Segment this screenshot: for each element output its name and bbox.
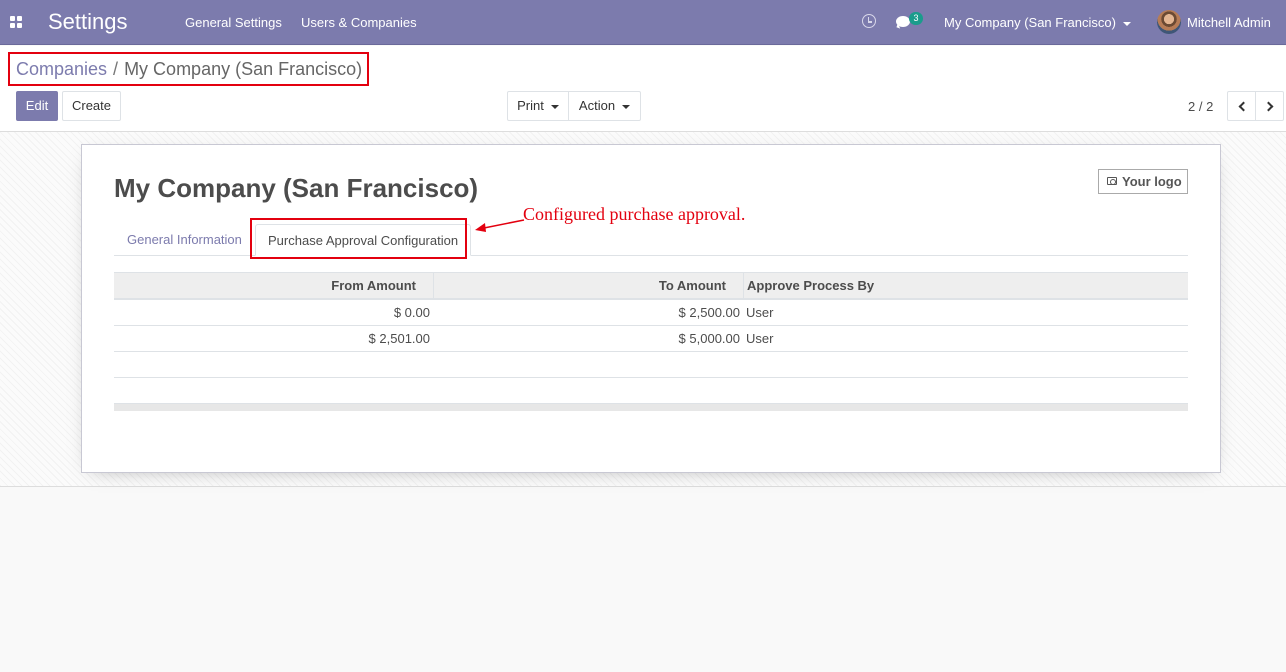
caret-down-icon [550, 104, 559, 109]
menu-users-companies[interactable]: Users & Companies [301, 15, 417, 30]
messages-count-badge: 3 [909, 12, 923, 25]
control-panel: Companies / My Company (San Francisco) Edi… [0, 46, 1286, 132]
print-label: Print [517, 98, 544, 113]
cell-to-amount: $ 5,000.00 [678, 331, 740, 346]
annotation-text: Configured purchase approval. [523, 204, 746, 224]
apps-menu-icon[interactable] [10, 16, 22, 28]
create-button[interactable]: Create [62, 91, 121, 121]
edit-button[interactable]: Edit [16, 91, 58, 121]
company-switcher[interactable]: My Company (San Francisco) [944, 15, 1131, 30]
messages-chat-icon[interactable] [896, 16, 910, 27]
table-row[interactable]: $ 2,501.00 $ 5,000.00 User [114, 326, 1188, 352]
cell-to-amount: $ 2,500.00 [678, 305, 740, 320]
caret-down-icon [1122, 21, 1131, 26]
pager-next-button[interactable] [1255, 91, 1284, 121]
action-dropdown-button[interactable]: Action [568, 91, 641, 121]
breadcrumb-companies-link[interactable]: Companies [16, 59, 107, 79]
chevron-right-icon [1263, 101, 1273, 112]
table-footer [114, 404, 1188, 411]
company-name-title: My Company (San Francisco) [114, 173, 479, 203]
logo-label: Your logo [1122, 174, 1182, 189]
top-navbar: Settings General Settings Users & Compan… [0, 0, 1286, 45]
print-dropdown-button[interactable]: Print [507, 91, 569, 121]
approval-table-header: From Amount To Amount Approve Process By [114, 272, 1188, 300]
tab-general-information[interactable]: General Information [116, 224, 253, 256]
action-label: Action [578, 98, 616, 113]
annotation-arrow-icon [475, 219, 525, 232]
company-switcher-label: My Company (San Francisco) [944, 15, 1116, 30]
breadcrumb-current: My Company (San Francisco) [124, 59, 363, 79]
breadcrumb: Companies / My Company (San Francisco) [16, 59, 362, 80]
cell-approve-process-by: User [746, 305, 774, 320]
table-empty-row [114, 378, 1188, 404]
chevron-left-icon [1238, 101, 1248, 112]
pager-value[interactable]: 2 / 2 [1188, 99, 1213, 114]
user-menu[interactable]: Mitchell Admin [1187, 15, 1271, 30]
column-divider [743, 273, 744, 299]
table-empty-row [114, 352, 1188, 378]
app-title: Settings [48, 9, 128, 34]
column-approve-process-by[interactable]: Approve Process By [747, 273, 874, 299]
camera-icon [1107, 177, 1117, 185]
breadcrumb-separator: / [113, 59, 119, 79]
table-row[interactable]: $ 0.00 $ 2,500.00 User [114, 300, 1188, 326]
caret-down-icon [622, 104, 631, 109]
column-to-amount[interactable]: To Amount [434, 273, 726, 299]
cell-approve-process-by: User [746, 331, 774, 346]
column-from-amount[interactable]: From Amount [114, 273, 416, 299]
pager-previous-button[interactable] [1227, 91, 1256, 121]
menu-general-settings[interactable]: General Settings [185, 15, 282, 30]
user-avatar[interactable] [1157, 10, 1181, 34]
activity-clock-icon[interactable] [862, 14, 876, 28]
tab-purchase-approval-configuration[interactable]: Purchase Approval Configuration [255, 224, 472, 256]
company-logo-upload[interactable]: Your logo [1098, 169, 1188, 194]
